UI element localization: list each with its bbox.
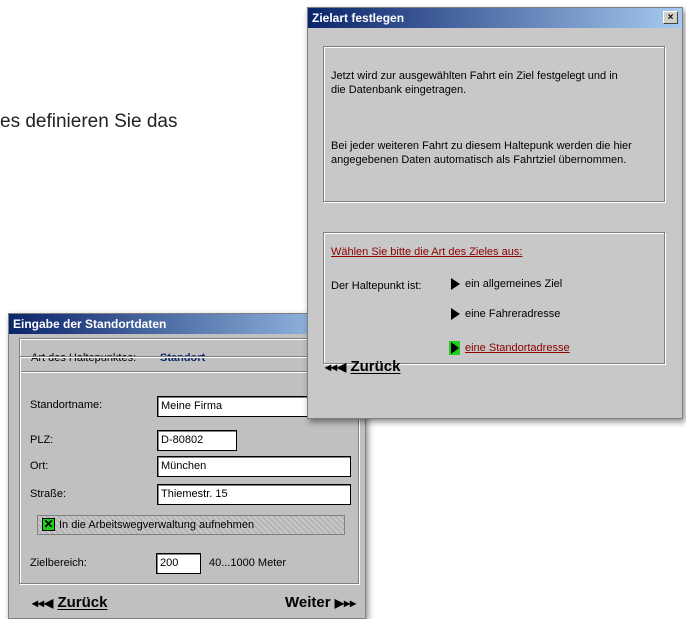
info-line-4: angegebenen Daten automatisch als Fahrtz… (331, 154, 627, 166)
option-fahreradresse[interactable]: eine Fahreradresse (451, 308, 560, 320)
background-text: es definieren Sie das (0, 111, 178, 132)
name-label: Standortname: (30, 399, 103, 411)
strasse-field[interactable]: Thiemestr. 15 (157, 484, 351, 505)
option-label: eine Fahreradresse (465, 308, 561, 320)
zielart-dialog: Zielart festlegen × Jetzt wird zur ausge… (307, 7, 683, 419)
arbeitsweg-checkbox-row[interactable]: ✕ In die Arbeitswegverwaltung aufnehmen (37, 515, 345, 535)
back-arrows-icon: ◂◂◀ (325, 360, 347, 374)
zielbereich-label: Zielbereich: (30, 557, 87, 569)
haltepunkt-label: Der Haltepunkt ist: (331, 280, 422, 292)
zielbereich-field[interactable]: 200 (156, 553, 201, 574)
plz-label: PLZ: (30, 434, 54, 446)
option-label: ein allgemeines Ziel (465, 278, 563, 290)
info-line-2: die Datenbank eingetragen. (331, 84, 467, 96)
zielbereich-range: 40...1000 Meter (209, 557, 287, 569)
zielart-titlebar: Zielart festlegen (308, 8, 682, 28)
standort-next-label: Weiter (285, 594, 331, 611)
checkbox-check-icon[interactable]: ✕ (42, 518, 55, 531)
standort-back-label: Zurück (57, 594, 108, 611)
back-arrows-icon: ◂◂◀ (32, 596, 54, 610)
checkbox-label: In die Arbeitswegverwaltung aufnehmen (59, 519, 255, 531)
option-arrow-icon (451, 308, 460, 320)
option-label-selected: eine Standortadresse (465, 342, 570, 354)
standort-back-button[interactable]: ◂◂◀ Zurück (32, 594, 107, 611)
strasse-label: Straße: (30, 488, 67, 500)
option-standortadresse[interactable]: eine Standortadresse (449, 341, 570, 355)
plz-field[interactable]: D-80802 (157, 430, 237, 451)
close-icon[interactable]: × (663, 11, 678, 24)
zielart-prompt: Wählen Sie bitte die Art des Zieles aus: (331, 246, 523, 258)
option-arrow-icon (451, 278, 460, 290)
standort-next-button[interactable]: Weiter ▶▸▸ (285, 594, 356, 611)
info-line-1: Jetzt wird zur ausgewählten Fahrt ein Zi… (331, 70, 618, 82)
next-arrows-icon: ▶▸▸ (334, 596, 357, 610)
zielart-back-button[interactable]: ◂◂◀ Zurück (325, 358, 400, 375)
info-line-3: Bei jeder weiteren Fahrt zu diesem Halte… (331, 140, 632, 152)
option-allgemeines-ziel[interactable]: ein allgemeines Ziel (451, 278, 562, 290)
zielart-back-label: Zurück (350, 358, 401, 375)
selected-arrow-icon (449, 341, 460, 355)
ort-field[interactable]: München (157, 456, 351, 477)
ort-label: Ort: (30, 460, 49, 472)
